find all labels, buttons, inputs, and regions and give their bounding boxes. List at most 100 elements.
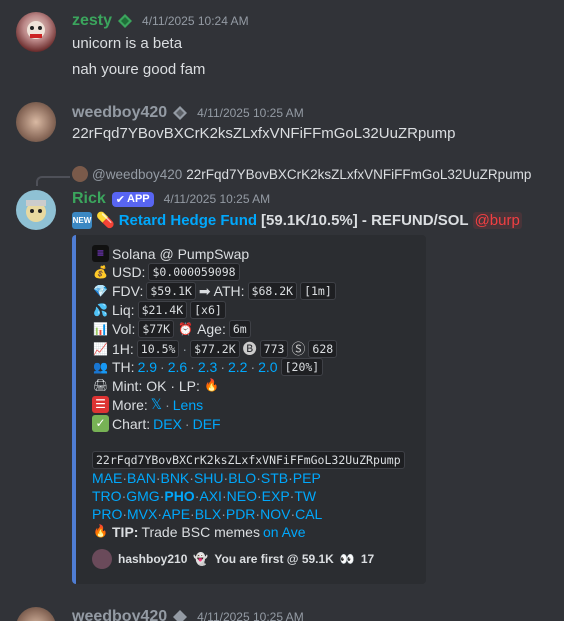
lens-link[interactable]: Lens bbox=[173, 397, 203, 413]
avatar[interactable] bbox=[16, 12, 56, 52]
quick-link[interactable]: BNK bbox=[160, 470, 189, 486]
quick-link[interactable]: BLX bbox=[195, 506, 221, 522]
clock-icon: ⏰ bbox=[178, 321, 194, 336]
role-diamond-icon bbox=[173, 106, 188, 120]
role-diamond-icon bbox=[118, 14, 133, 28]
reply-mention[interactable]: @weedboy420 bbox=[92, 167, 182, 182]
h1-vol: $77.2K bbox=[190, 340, 240, 358]
th-link[interactable]: 2.9 bbox=[138, 359, 157, 375]
role-diamond-icon bbox=[173, 610, 188, 621]
ath-value: $68.2K bbox=[247, 282, 298, 300]
token-embed: ≡ Solana @ PumpSwap 💰 USD: $0.000059098 … bbox=[72, 235, 426, 584]
chart-up-icon: 📈 bbox=[93, 341, 108, 356]
timestamp: 4/11/2025 10:24 AM bbox=[142, 14, 249, 28]
fdv-label: FDV: bbox=[112, 283, 144, 299]
message-text: unicorn is a beta bbox=[72, 35, 183, 52]
links-row-1: MAE · BAN · BNK · SHU · BLO · STB · PEP bbox=[92, 470, 321, 486]
username[interactable]: weedboy420 bbox=[72, 104, 167, 122]
avatar[interactable] bbox=[16, 190, 56, 230]
quick-link[interactable]: BAN bbox=[127, 470, 156, 486]
username[interactable]: zesty bbox=[72, 12, 112, 30]
th-link[interactable]: 2.6 bbox=[168, 359, 187, 375]
liq-value: $21.4K bbox=[137, 301, 188, 319]
ghost-icon: 👻 bbox=[193, 552, 209, 566]
holders-icon: 👥 bbox=[93, 359, 108, 374]
mention-burp[interactable]: @burp bbox=[472, 211, 522, 229]
money-bag-icon: 💰 bbox=[93, 264, 108, 279]
quick-link[interactable]: NOV bbox=[260, 506, 290, 522]
th-total: [20%] bbox=[280, 358, 324, 376]
footer-text: You are first @ 59.1K bbox=[214, 552, 334, 566]
quick-link[interactable]: PDR bbox=[226, 506, 256, 522]
tip-text: Trade BSC memes bbox=[141, 523, 260, 540]
quick-link[interactable]: NEO bbox=[227, 488, 257, 504]
h1-label: 1H: bbox=[112, 341, 134, 357]
footer-avatar bbox=[92, 549, 112, 569]
quick-link[interactable]: TW bbox=[294, 488, 316, 504]
dex-link[interactable]: DEX bbox=[153, 416, 182, 432]
quick-link[interactable]: CAL bbox=[295, 506, 322, 522]
fire-icon: 🔥 bbox=[93, 524, 108, 538]
timestamp: 4/11/2025 10:25 AM bbox=[197, 610, 304, 621]
x-link[interactable]: 𝕏 bbox=[151, 396, 162, 413]
quick-link[interactable]: STB bbox=[261, 470, 288, 486]
quick-link[interactable]: SHU bbox=[194, 470, 224, 486]
th-link[interactable]: 2.0 bbox=[258, 359, 277, 375]
reply-connector bbox=[36, 176, 70, 186]
sells-icon: Ⓢ bbox=[291, 341, 306, 357]
usd-value: $0.000059098 bbox=[148, 263, 240, 281]
quick-link[interactable]: MAE bbox=[92, 470, 122, 486]
quick-link[interactable]: PEP bbox=[293, 470, 321, 486]
quick-link[interactable]: BLO bbox=[228, 470, 256, 486]
links-row-2: TRO · GMG · PHO · AXI · NEO · EXP · TW bbox=[92, 488, 317, 504]
quick-link[interactable]: PRO bbox=[92, 506, 122, 522]
droplets-icon: 💦 bbox=[93, 302, 108, 317]
chain-label: Solana @ PumpSwap bbox=[112, 245, 250, 262]
footer-user: hashboy210 bbox=[118, 552, 188, 566]
bar-chart-icon: 📊 bbox=[93, 321, 108, 336]
arrow-icon: ➡ bbox=[198, 282, 211, 299]
quick-link[interactable]: PHO bbox=[164, 488, 194, 504]
buys-icon: 🅑 bbox=[242, 341, 257, 357]
check-icon: ✔ bbox=[115, 193, 126, 206]
def-link[interactable]: DEF bbox=[193, 416, 221, 432]
printer-icon: 🖨 bbox=[92, 378, 109, 392]
chart-label: Chart: bbox=[112, 415, 151, 432]
tip-link[interactable]: on Ave bbox=[263, 524, 306, 540]
more-icon: ☰ bbox=[92, 396, 109, 413]
ath-age: [1m] bbox=[300, 282, 336, 300]
th-link[interactable]: 2.3 bbox=[198, 359, 217, 375]
embed-footer: hashboy210 👻 You are first @ 59.1K 👀 17 bbox=[92, 549, 374, 569]
title-rest: [59.1K/10.5%] - REFUND/SOL bbox=[261, 211, 469, 229]
title-link[interactable]: Retard Hedge Fund bbox=[119, 212, 257, 229]
username[interactable]: Rick bbox=[72, 190, 106, 208]
username[interactable]: weedboy420 bbox=[72, 608, 167, 621]
quick-link[interactable]: GMG bbox=[126, 488, 159, 504]
quick-link[interactable]: MVX bbox=[127, 506, 157, 522]
quick-link[interactable]: APE bbox=[162, 506, 190, 522]
avatar[interactable] bbox=[16, 607, 56, 621]
tip-label: TIP: bbox=[112, 523, 139, 540]
liq-multiplier: [x6] bbox=[190, 301, 226, 319]
reply-text: 22rFqd7YBovBXCrK2ksZLxfxVNFiFFmGoL32UuZR… bbox=[186, 166, 532, 182]
chart-check-icon: ✓ bbox=[92, 415, 109, 432]
message-text: nah youre good fam bbox=[72, 61, 206, 78]
buys-count: 773 bbox=[259, 340, 289, 358]
reply-reference[interactable]: @weedboy420 22rFqd7YBovBXCrK2ksZLxfxVNFi… bbox=[72, 166, 531, 182]
usd-label: USD: bbox=[112, 264, 146, 280]
th-link[interactable]: 2.2 bbox=[228, 359, 247, 375]
quick-link[interactable]: TRO bbox=[92, 488, 122, 504]
eyes-icon: 👀 bbox=[339, 552, 355, 566]
new-badge-icon: NEW bbox=[72, 211, 92, 229]
avatar[interactable] bbox=[16, 102, 56, 142]
quick-link[interactable]: AXI bbox=[199, 488, 222, 504]
pill-icon: 💊 bbox=[96, 212, 115, 229]
quick-link[interactable]: EXP bbox=[262, 488, 290, 504]
avatar-image bbox=[27, 21, 45, 39]
avatar-image bbox=[26, 200, 46, 222]
gem-icon: 💎 bbox=[93, 283, 108, 298]
solana-icon: ≡ bbox=[92, 245, 109, 262]
age-label: Age: bbox=[197, 321, 226, 337]
token-address[interactable]: 22rFqd7YBovBXCrK2ksZLxfxVNFiFFmGoL32UuZR… bbox=[92, 451, 405, 469]
app-tag: ✔ APP bbox=[111, 191, 154, 207]
